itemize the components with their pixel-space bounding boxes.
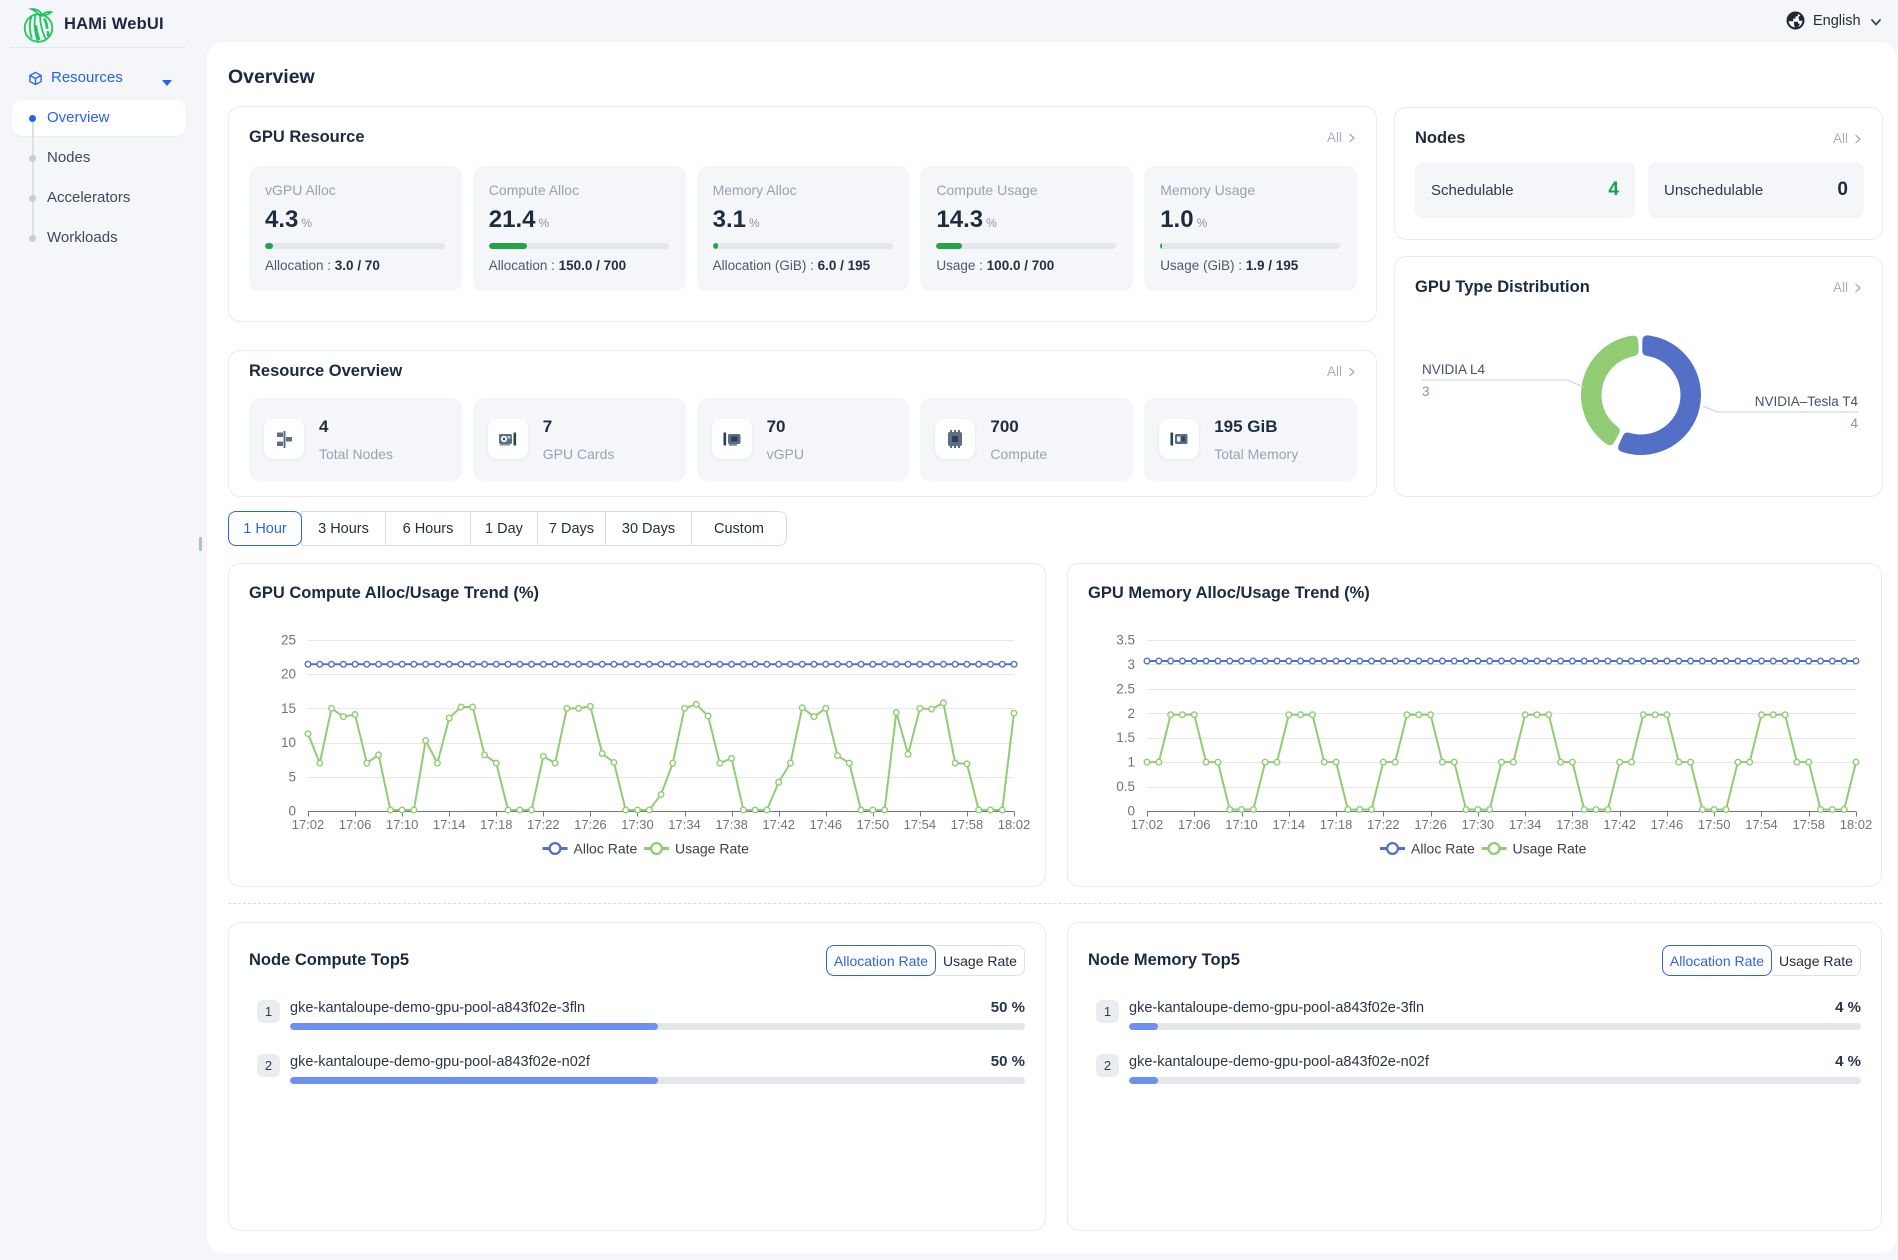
svg-text:17:02: 17:02 (292, 817, 325, 832)
svg-text:17:54: 17:54 (1745, 817, 1778, 832)
svg-text:17:30: 17:30 (621, 817, 654, 832)
svg-text:2: 2 (1127, 706, 1135, 721)
svg-text:17:38: 17:38 (1556, 817, 1589, 832)
svg-text:25: 25 (281, 633, 296, 648)
svg-text:15: 15 (281, 701, 296, 716)
svg-text:17:34: 17:34 (668, 817, 701, 832)
svg-text:Usage Rate: Usage Rate (1513, 841, 1587, 857)
svg-text:17:02: 17:02 (1131, 817, 1164, 832)
svg-text:5: 5 (288, 769, 296, 784)
svg-text:17:54: 17:54 (904, 817, 937, 832)
svg-text:17:30: 17:30 (1462, 817, 1495, 832)
svg-text:17:50: 17:50 (1698, 817, 1731, 832)
svg-text:17:50: 17:50 (857, 817, 890, 832)
svg-text:17:14: 17:14 (433, 817, 466, 832)
svg-text:17:10: 17:10 (1225, 817, 1258, 832)
svg-text:18:02: 18:02 (998, 817, 1031, 832)
svg-text:17:58: 17:58 (1792, 817, 1825, 832)
svg-text:17:46: 17:46 (1651, 817, 1684, 832)
svg-text:17:26: 17:26 (1414, 817, 1447, 832)
svg-text:0.5: 0.5 (1116, 779, 1135, 794)
svg-text:17:38: 17:38 (715, 817, 748, 832)
svg-text:17:34: 17:34 (1509, 817, 1542, 832)
svg-text:3: 3 (1422, 384, 1430, 399)
svg-text:17:42: 17:42 (762, 817, 795, 832)
svg-text:3: 3 (1127, 657, 1135, 672)
svg-text:Alloc Rate: Alloc Rate (1411, 841, 1475, 857)
svg-text:NVIDIA L4: NVIDIA L4 (1422, 362, 1486, 377)
svg-text:17:58: 17:58 (951, 817, 984, 832)
svg-text:17:10: 17:10 (386, 817, 419, 832)
svg-text:17:06: 17:06 (1178, 817, 1211, 832)
svg-text:Usage Rate: Usage Rate (675, 841, 749, 857)
svg-text:1: 1 (1127, 755, 1135, 770)
svg-text:17:22: 17:22 (1367, 817, 1400, 832)
svg-text:3.5: 3.5 (1116, 633, 1135, 648)
svg-text:18:02: 18:02 (1840, 817, 1873, 832)
svg-text:17:46: 17:46 (809, 817, 842, 832)
svg-text:2.5: 2.5 (1116, 681, 1135, 696)
svg-text:17:18: 17:18 (480, 817, 513, 832)
svg-text:17:42: 17:42 (1603, 817, 1636, 832)
svg-text:10: 10 (281, 735, 296, 750)
svg-text:4: 4 (1850, 416, 1858, 431)
svg-text:17:22: 17:22 (527, 817, 560, 832)
svg-text:Alloc Rate: Alloc Rate (574, 841, 638, 857)
svg-text:NVIDIA–Tesla T4: NVIDIA–Tesla T4 (1755, 394, 1859, 409)
svg-text:17:18: 17:18 (1320, 817, 1353, 832)
svg-text:17:26: 17:26 (574, 817, 607, 832)
svg-text:1.5: 1.5 (1116, 730, 1135, 745)
svg-text:20: 20 (281, 667, 296, 682)
svg-text:17:06: 17:06 (339, 817, 372, 832)
svg-text:17:14: 17:14 (1273, 817, 1306, 832)
